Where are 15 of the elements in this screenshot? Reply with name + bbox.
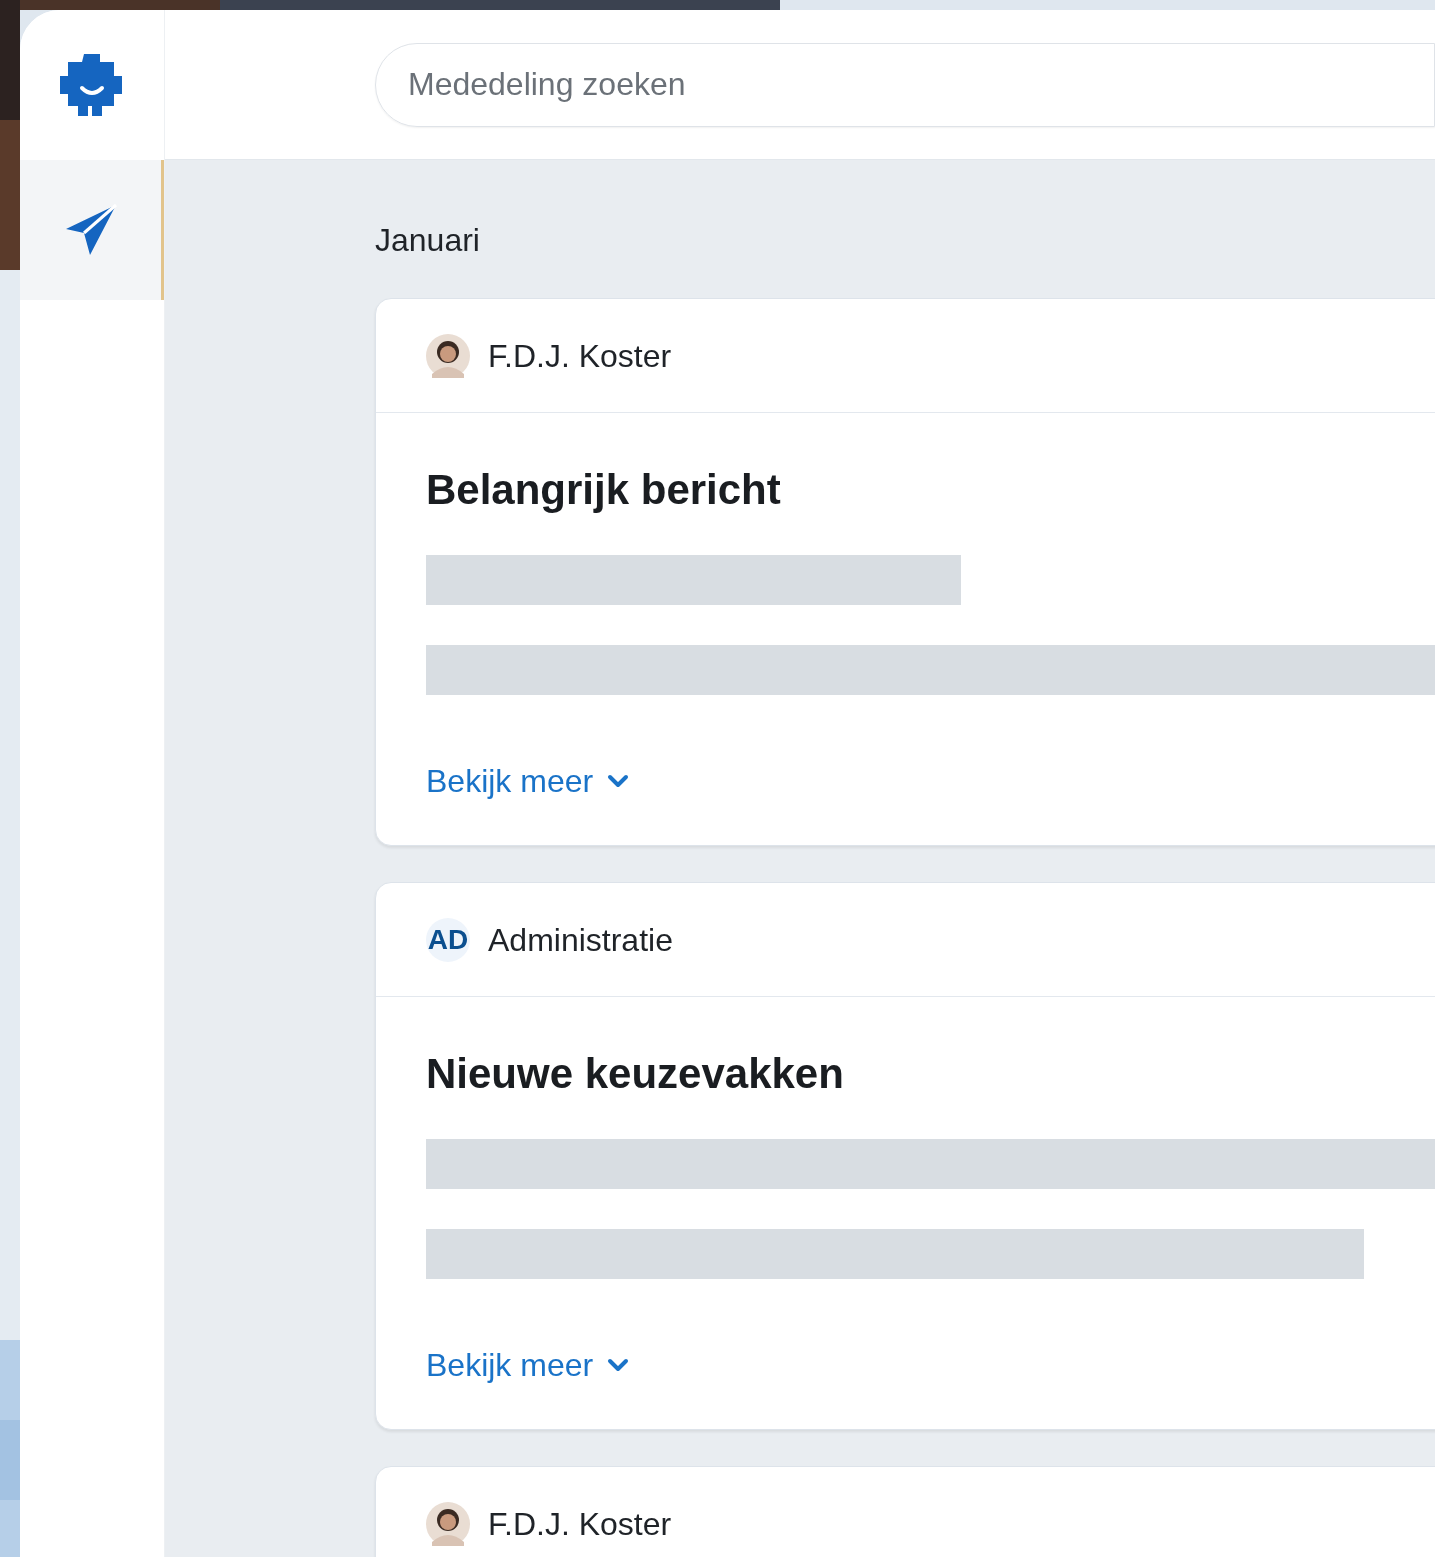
message-title: Belangrijk bericht (426, 469, 782, 511)
chevron-down-icon (607, 1358, 630, 1372)
nav-item[interactable] (20, 160, 164, 300)
author-name: F.D.J. Koster (488, 336, 672, 376)
chevron-down-icon (607, 774, 630, 788)
author-name: Administratie (488, 920, 673, 960)
avatar-icon (426, 333, 470, 378)
initials-avatar: AD (426, 917, 470, 962)
author-name: F.D.J. Koster (488, 1504, 672, 1544)
avatar-icon (426, 1501, 470, 1546)
month-heading: Januari (375, 221, 481, 260)
search-field[interactable]: Mededeling zoeken (375, 42, 1435, 127)
see-more-link[interactable]: Bekijk meer (426, 1341, 630, 1389)
see-more-link[interactable]: Bekijk meer (426, 757, 630, 805)
message-title: Nieuwe keuzevakken (426, 1053, 845, 1095)
